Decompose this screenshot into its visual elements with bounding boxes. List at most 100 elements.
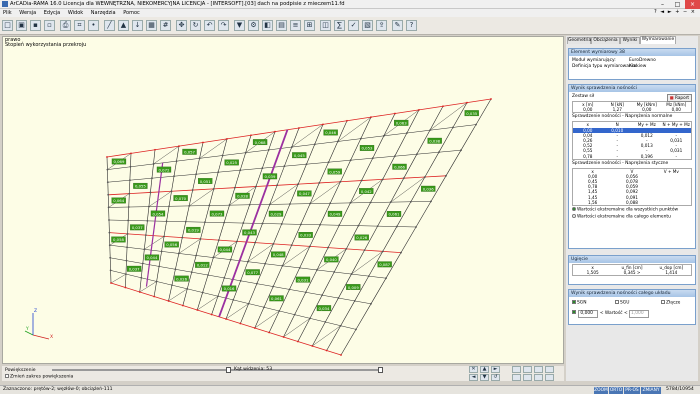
purlin-bar[interactable] <box>328 159 351 163</box>
rafter-bar[interactable] <box>182 221 187 238</box>
rafter-bar[interactable] <box>372 135 385 159</box>
status-zmiany[interactable]: ZMIANY <box>641 387 661 394</box>
utilization-label[interactable]: 0,026 <box>354 234 369 241</box>
rafter-bar[interactable] <box>199 142 204 159</box>
purlin-bar[interactable] <box>182 237 201 240</box>
node[interactable] <box>256 282 258 285</box>
brace-bar[interactable] <box>283 318 311 338</box>
rafter-bar[interactable] <box>311 321 326 347</box>
brace-bar[interactable] <box>144 236 165 250</box>
node[interactable] <box>298 266 301 269</box>
rafter-bar[interactable] <box>178 237 183 254</box>
purlin-bar[interactable] <box>305 292 323 296</box>
purlin-bar[interactable] <box>196 171 219 175</box>
node[interactable] <box>153 295 156 298</box>
display-icon[interactable]: ▤ <box>276 20 287 31</box>
node[interactable] <box>128 179 131 182</box>
purlin-bar[interactable] <box>466 98 492 104</box>
rafter-bar[interactable] <box>326 325 341 351</box>
rafter-bar[interactable] <box>300 203 311 225</box>
node[interactable] <box>236 240 238 243</box>
result-icon[interactable]: ◫ <box>320 20 331 31</box>
purlin-bar[interactable] <box>218 169 241 173</box>
rafter-bar[interactable] <box>202 274 209 293</box>
node[interactable] <box>350 273 353 275</box>
node[interactable] <box>321 294 323 297</box>
purlin-bar[interactable] <box>218 239 238 242</box>
node[interactable] <box>171 284 173 287</box>
utilization-label[interactable]: 0,073 <box>209 210 225 217</box>
purlin-bar[interactable] <box>394 109 420 114</box>
node[interactable] <box>355 328 357 331</box>
utilization-label[interactable]: 0,072 <box>156 166 172 173</box>
node[interactable] <box>349 159 352 162</box>
tab-obciazenia[interactable]: Obciążenia <box>591 37 620 44</box>
node[interactable] <box>268 331 271 334</box>
node[interactable] <box>318 182 321 184</box>
utilization-label[interactable]: 0,059 <box>327 168 342 175</box>
nav-up-icon[interactable]: ▲ <box>480 366 489 373</box>
rafter-bar[interactable] <box>249 186 257 205</box>
node[interactable] <box>296 340 299 343</box>
utilization-label[interactable]: 0,061 <box>386 211 402 217</box>
node[interactable] <box>106 156 108 158</box>
purlin-bar[interactable] <box>250 131 276 136</box>
node[interactable] <box>261 167 264 170</box>
node[interactable] <box>186 287 189 290</box>
purlin-bar[interactable] <box>145 234 165 237</box>
min-value-field[interactable]: 0,000 <box>578 309 599 318</box>
node[interactable] <box>415 153 418 156</box>
node[interactable] <box>466 101 468 104</box>
node[interactable] <box>311 345 314 347</box>
purlin-bar[interactable] <box>294 314 311 319</box>
rafter-bar[interactable] <box>163 221 167 237</box>
node[interactable] <box>109 269 112 272</box>
tab-wyniki[interactable]: Wyniki <box>620 37 640 44</box>
node[interactable] <box>389 201 392 204</box>
utilization-label[interactable]: 0,051 <box>198 178 213 184</box>
rafter-bar[interactable] <box>247 242 256 262</box>
structure-icon[interactable]: ⌗ <box>74 20 85 31</box>
node[interactable] <box>316 269 318 271</box>
node[interactable] <box>346 119 348 122</box>
node[interactable] <box>339 180 342 183</box>
layer-icon[interactable]: ≡ <box>290 20 301 31</box>
node[interactable] <box>438 151 440 154</box>
forces-row[interactable]: 0,00 1,27 0,00 0,00 <box>573 107 691 112</box>
rafter-bar[interactable] <box>424 152 440 178</box>
rafter-bar[interactable] <box>211 296 219 315</box>
purlin-bar[interactable] <box>213 187 235 190</box>
node[interactable] <box>336 140 339 143</box>
rafter-bar[interactable] <box>460 124 477 151</box>
view-front-icon[interactable] <box>523 366 532 373</box>
rafter-bar[interactable] <box>128 193 130 208</box>
node[interactable] <box>125 273 127 275</box>
menu-edycja[interactable]: Edycja <box>41 9 64 17</box>
rafter-bar[interactable] <box>153 281 157 297</box>
node[interactable] <box>244 151 247 154</box>
node[interactable] <box>217 239 220 242</box>
node[interactable] <box>229 258 232 261</box>
node[interactable] <box>126 232 129 235</box>
purlin-bar[interactable] <box>316 269 335 273</box>
node[interactable] <box>293 313 296 316</box>
utilization-label[interactable]: 0,033 <box>298 232 313 238</box>
node[interactable] <box>329 202 332 205</box>
purlin-bar[interactable] <box>254 327 270 333</box>
angle-slider-handle[interactable] <box>378 367 383 373</box>
purlin-bar[interactable] <box>360 135 384 139</box>
purlin-bar[interactable] <box>298 182 320 185</box>
node[interactable] <box>445 174 447 177</box>
rafter-bar[interactable] <box>445 150 462 176</box>
node[interactable] <box>108 244 111 247</box>
node[interactable] <box>418 108 420 111</box>
node[interactable] <box>130 152 132 155</box>
purlin-bar[interactable] <box>202 292 219 297</box>
nav-right-icon[interactable]: ► <box>667 9 673 15</box>
rafter-bar[interactable] <box>129 180 131 194</box>
utilization-label[interactable]: 0,040 <box>324 256 339 263</box>
rafter-bar[interactable] <box>195 158 200 175</box>
purlin-bar[interactable] <box>309 318 326 323</box>
node[interactable] <box>106 181 109 184</box>
purlin-bar[interactable] <box>240 323 255 329</box>
